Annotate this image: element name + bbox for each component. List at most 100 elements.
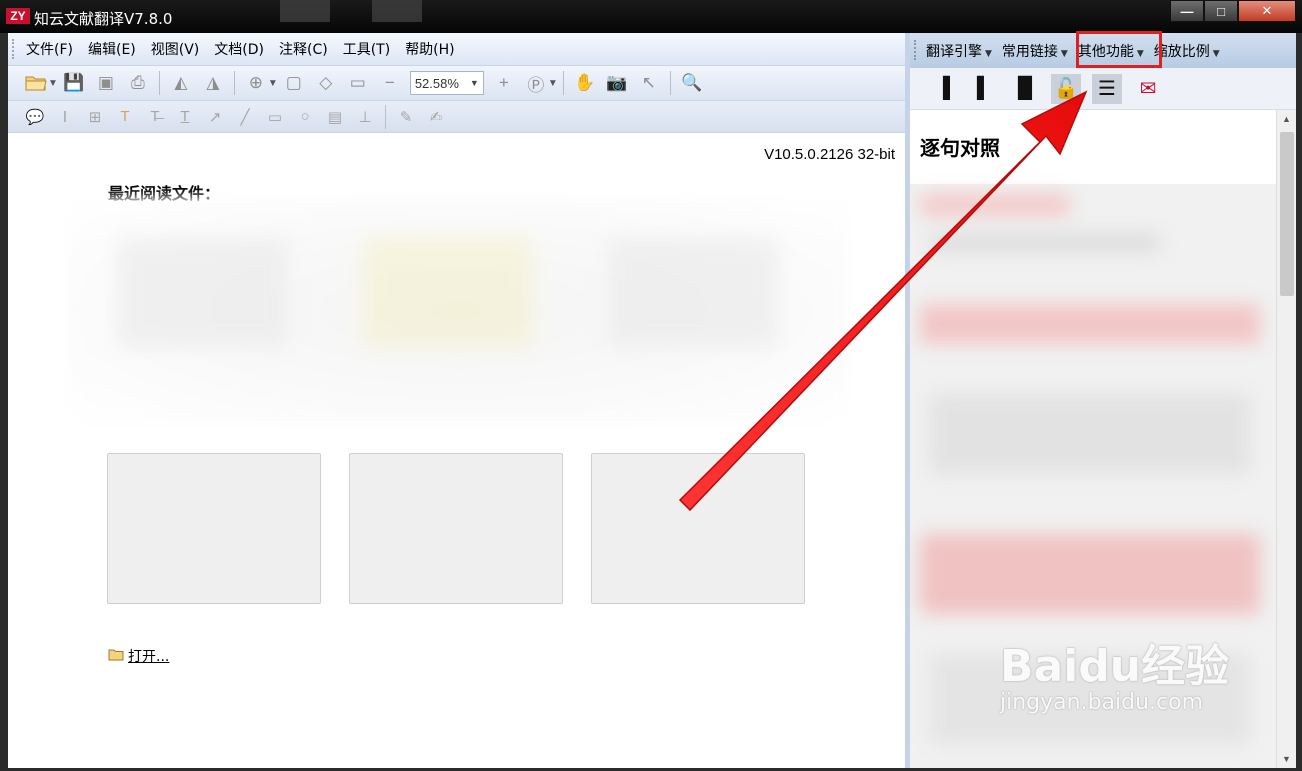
taskbar-ghost — [280, 0, 330, 22]
toolbar-separator — [562, 71, 564, 95]
menu-document[interactable]: 文档(D) — [214, 39, 264, 59]
save-icon[interactable]: 💾 — [61, 70, 87, 96]
open-dropdown-icon[interactable]: ▼ — [48, 78, 58, 89]
recent-file-thumbnail[interactable] — [118, 238, 288, 348]
rotate-left-icon[interactable]: ◭ — [168, 70, 194, 96]
find-text-icon[interactable]: 🔍 — [679, 70, 705, 96]
highlight-text-icon[interactable]: T — [113, 105, 137, 129]
blurred-line — [920, 194, 1070, 216]
menu-help[interactable]: 帮助(H) — [405, 39, 454, 59]
sign-icon[interactable]: ✍ — [424, 105, 448, 129]
maximize-button[interactable]: □ — [1204, 0, 1238, 22]
lock-icon[interactable]: 🔓 — [1051, 73, 1081, 104]
baidu-watermark: Baidu经验 jingyan.baidu.com — [1000, 630, 1229, 715]
version-label: V10.5.0.2126 32-bit — [764, 146, 895, 163]
folder-icon — [108, 648, 124, 664]
menu-zoom-ratio[interactable]: 缩放比例 ▼ — [1154, 41, 1220, 61]
page-nav-dropdown-icon[interactable]: ▼ — [548, 78, 558, 89]
snapshot-icon[interactable]: 📷 — [604, 70, 630, 96]
edit-annotation-icon[interactable]: ✎ — [394, 105, 418, 129]
title-bar: ZY 知云文献翻译V7.8.0 — □ ✕ — [0, 0, 1302, 33]
text-list-icon[interactable]: ☰ — [1092, 73, 1122, 104]
zoom-dropdown-icon[interactable]: ▼ — [268, 78, 278, 89]
panel-title: 逐句对照 — [920, 136, 1000, 160]
menu-file[interactable]: 文件(F) — [26, 39, 73, 59]
blurred-line — [930, 394, 1250, 474]
layout-right-icon[interactable]: █ — [1010, 74, 1040, 104]
scroll-down-icon[interactable]: ▼ — [1282, 754, 1291, 764]
zoom-plus-icon[interactable]: + — [491, 70, 517, 96]
line-tool-icon[interactable]: ╱ — [233, 105, 257, 129]
main-toolbar: ▼ 💾 ▣ ⎙ ◭ ◮ ⊕ ▼ ▢ ◇ ▭ − 52.58% ▼ + Ⓟ ▼ ✋… — [8, 66, 905, 101]
ellipse-tool-icon[interactable]: ○ — [293, 105, 317, 129]
zoom-out-icon[interactable]: − — [377, 70, 403, 96]
hand-tool-icon[interactable]: ✋ — [572, 70, 598, 96]
recent-file-thumbnail[interactable] — [363, 238, 533, 348]
toolbar-separator — [669, 71, 671, 95]
fit-page-icon[interactable]: ▢ — [281, 70, 307, 96]
close-button[interactable]: ✕ — [1238, 0, 1296, 22]
open-folder-icon[interactable] — [23, 70, 49, 96]
page-nav-icon[interactable]: Ⓟ — [523, 70, 549, 96]
recent-file-card[interactable] — [349, 453, 563, 604]
save-as-icon[interactable]: ▣ — [93, 70, 119, 96]
recent-file-thumbnail[interactable] — [608, 238, 778, 348]
reader-pane: 文件(F) 编辑(E) 视图(V) 文档(D) 注释(C) 工具(T) 帮助(H… — [8, 33, 905, 768]
zoom-combobox[interactable]: 52.58% ▼ — [409, 71, 484, 95]
menu-view[interactable]: 视图(V) — [151, 39, 200, 59]
menu-translation-engine[interactable]: 翻译引擎 ▼ — [926, 41, 992, 61]
note-icon[interactable]: 💬 — [23, 105, 47, 129]
arrow-tool-icon[interactable]: ↗ — [203, 105, 227, 129]
menu-tools[interactable]: 工具(T) — [343, 39, 390, 59]
minimize-button[interactable]: — — [1170, 0, 1204, 22]
watermark-url: jingyan.baidu.com — [1000, 690, 1204, 715]
layout-center-icon[interactable]: ▌ — [969, 74, 999, 104]
caret-down-icon: ▼ — [985, 48, 992, 59]
underline-icon[interactable]: T̲ — [173, 105, 197, 129]
menu-common-links[interactable]: 常用链接 ▼ — [1002, 41, 1068, 61]
caret-down-icon: ▼ — [1212, 48, 1220, 59]
strikeout-icon[interactable]: T̶ — [143, 105, 167, 129]
print-icon[interactable]: ⎙ — [125, 70, 151, 96]
actual-size-icon[interactable]: ▭ — [345, 70, 371, 96]
zoom-in-icon[interactable]: ⊕ — [243, 70, 269, 96]
select-tool-icon[interactable]: ↖ — [636, 70, 662, 96]
open-file-label[interactable]: 打开... — [128, 646, 169, 666]
text-insert-icon[interactable]: Ⅰ — [53, 105, 77, 129]
open-file-link[interactable]: 打开... — [108, 646, 169, 666]
toolbar-separator — [158, 71, 160, 95]
area-highlight-icon[interactable]: ▤ — [323, 105, 347, 129]
blurred-line — [920, 534, 1260, 614]
toolbar-separator — [385, 104, 386, 129]
window-title: 知云文献翻译V7.8.0 — [34, 10, 173, 28]
recent-file-card[interactable] — [107, 453, 321, 604]
annotation-toolbar: 💬 Ⅰ ⊞ T T̶ T̲ ↗ ╱ ▭ ○ ▤ ⊥ ✎ ✍ — [8, 101, 905, 133]
zoom-value: 52.58% — [414, 75, 459, 91]
mail-icon[interactable]: ✉ — [1133, 74, 1163, 104]
menu-translation-engine-label: 翻译引擎 — [926, 43, 982, 60]
rotate-right-icon[interactable]: ◮ — [200, 70, 226, 96]
zoom-combobox-arrow-icon[interactable]: ▼ — [470, 78, 479, 88]
vertical-scrollbar[interactable]: ▲ ▼ — [1276, 110, 1296, 768]
text-replace-icon[interactable]: ⊞ — [83, 105, 107, 129]
scrollbar-thumb[interactable] — [1280, 132, 1294, 296]
menu-edit[interactable]: 编辑(E) — [88, 39, 136, 59]
taskbar-ghost — [372, 0, 422, 22]
menu-annotate[interactable]: 注释(C) — [279, 39, 328, 59]
recent-file-card[interactable] — [591, 453, 805, 604]
document-area: V10.5.0.2126 32-bit 最近阅读文件： 打开... — [8, 133, 905, 768]
menubar-grip — [12, 39, 15, 59]
app-logo: ZY — [6, 8, 30, 24]
scroll-up-icon[interactable]: ▲ — [1282, 114, 1291, 124]
layout-left-icon[interactable]: ▐ — [928, 74, 958, 104]
rectangle-tool-icon[interactable]: ▭ — [263, 105, 287, 129]
menu-zoom-ratio-label: 缩放比例 — [1153, 43, 1210, 60]
translation-menubar-grip — [914, 40, 917, 60]
toolbar-separator — [233, 71, 235, 95]
stamp-icon[interactable]: ⊥ — [353, 105, 377, 129]
watermark-brand: Baidu经验 — [1000, 641, 1230, 692]
blurred-line — [930, 234, 1160, 252]
translation-toolbar: ▐ ▌ █ 🔓 ☰ ✉ — [910, 68, 1296, 110]
fit-width-icon[interactable]: ◇ — [313, 70, 339, 96]
blurred-line — [920, 304, 1260, 344]
